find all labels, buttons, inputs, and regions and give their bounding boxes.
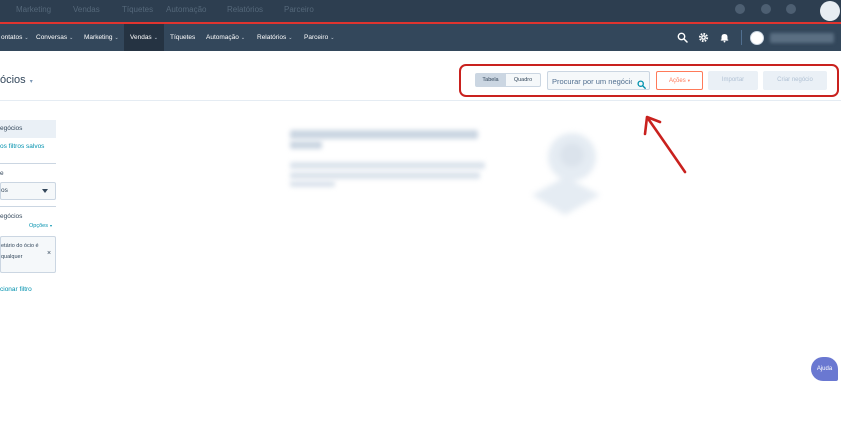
nav-item-label: Automação	[206, 34, 239, 41]
app-root: Marketing Vendas Tíquetes Automação Rela…	[0, 0, 841, 421]
options-label: Opções	[29, 223, 48, 229]
ghost-nav-item: Marketing	[16, 5, 52, 14]
sidebar-group-label: e	[0, 170, 4, 177]
add-filter-link[interactable]: cionar filtro	[0, 286, 32, 293]
nav-item-automacao[interactable]: Automação ⌄	[201, 24, 250, 51]
gear-icon[interactable]	[698, 32, 709, 43]
caret-down-icon	[42, 189, 48, 193]
blurred-text	[290, 172, 480, 179]
chevron-down-icon: ⌄	[288, 35, 293, 41]
blurred-heading	[290, 130, 478, 139]
nav-item-label: Relatórios	[257, 34, 287, 41]
sidebar-section-label: egócios	[0, 213, 23, 220]
chevron-down-icon: ⌄	[69, 35, 74, 41]
sidebar-view-all-deals[interactable]: egócios	[0, 120, 56, 138]
blurred-heading	[290, 141, 322, 149]
nav-item-label: Tíquetes	[170, 34, 196, 41]
nav-item-label: Vendas	[130, 34, 152, 41]
empty-state-illustration-icon	[532, 133, 600, 215]
chevron-down-icon: ⌄	[24, 35, 29, 41]
user-name-redacted	[770, 33, 834, 43]
annotation-arrow-icon	[643, 115, 687, 174]
chevron-down-icon: ▾	[29, 79, 33, 85]
help-button[interactable]: Ajuda	[811, 357, 838, 381]
blurred-text	[290, 181, 335, 187]
sidebar-divider	[0, 163, 56, 164]
nav-item-label: Parceiro	[304, 34, 329, 41]
nav-item-label: ontatos	[1, 34, 23, 41]
nav-item-contatos[interactable]: ontatos ⌄	[0, 24, 34, 51]
ghost-bell-icon	[786, 4, 796, 14]
ghost-avatar	[820, 1, 840, 21]
avatar[interactable]	[750, 31, 764, 45]
chevron-down-icon: ⌄	[114, 35, 119, 41]
search-icon[interactable]	[677, 32, 688, 43]
saved-filters-link[interactable]: os filtros salvos	[0, 143, 44, 150]
ghost-nav-item: Automação	[166, 5, 207, 14]
page-title-text: ócios	[0, 74, 26, 86]
sidebar-select-value: os	[1, 187, 8, 194]
caret-down-icon: ▾	[49, 223, 52, 228]
nav-item-conversas[interactable]: Conversas ⌄	[31, 24, 78, 51]
ghost-gear-icon	[761, 4, 771, 14]
background-top-bar: Marketing Vendas Tíquetes Automação Rela…	[0, 0, 841, 22]
chevron-down-icon: ⌄	[240, 35, 246, 41]
sidebar-select[interactable]: os	[0, 182, 56, 200]
bell-icon[interactable]	[719, 32, 730, 43]
annotation-highlight-box	[459, 64, 839, 97]
ghost-nav-item: Relatórios	[227, 5, 264, 14]
header-divider	[0, 100, 841, 101]
nav-item-label: Marketing	[84, 34, 113, 41]
ghost-nav-item: Parceiro	[284, 5, 314, 14]
nav-item-tiquetes[interactable]: Tíquetes	[165, 24, 200, 51]
chevron-down-icon: ⌄	[153, 35, 158, 41]
nav-item-relatorios[interactable]: Relatórios ⌄	[252, 24, 297, 51]
nav-item-label: Conversas	[36, 34, 68, 41]
ghost-search-icon	[735, 4, 745, 14]
blurred-text	[290, 162, 485, 169]
filter-text: etário do ócio é qualquer	[1, 243, 39, 260]
options-link[interactable]: Opções ▾	[29, 223, 52, 229]
page-title[interactable]: ócios ▾	[0, 74, 33, 86]
chevron-down-icon: ⌄	[330, 35, 335, 41]
close-icon[interactable]: ×	[47, 250, 51, 257]
ghost-nav-item: Vendas	[73, 5, 100, 14]
main-nav: ontatos ⌄ Conversas ⌄ Marketing ⌄ Vendas ⌄ T…	[0, 24, 841, 51]
nav-item-parceiro[interactable]: Parceiro ⌄	[299, 24, 339, 51]
ghost-nav-item: Tíquetes	[122, 5, 154, 14]
nav-divider	[741, 30, 742, 45]
filter-card: etário do ócio é qualquer ×	[0, 236, 56, 273]
nav-item-vendas[interactable]: Vendas ⌄	[124, 24, 164, 51]
sidebar-divider	[0, 206, 56, 207]
nav-item-marketing[interactable]: Marketing ⌄	[79, 24, 124, 51]
